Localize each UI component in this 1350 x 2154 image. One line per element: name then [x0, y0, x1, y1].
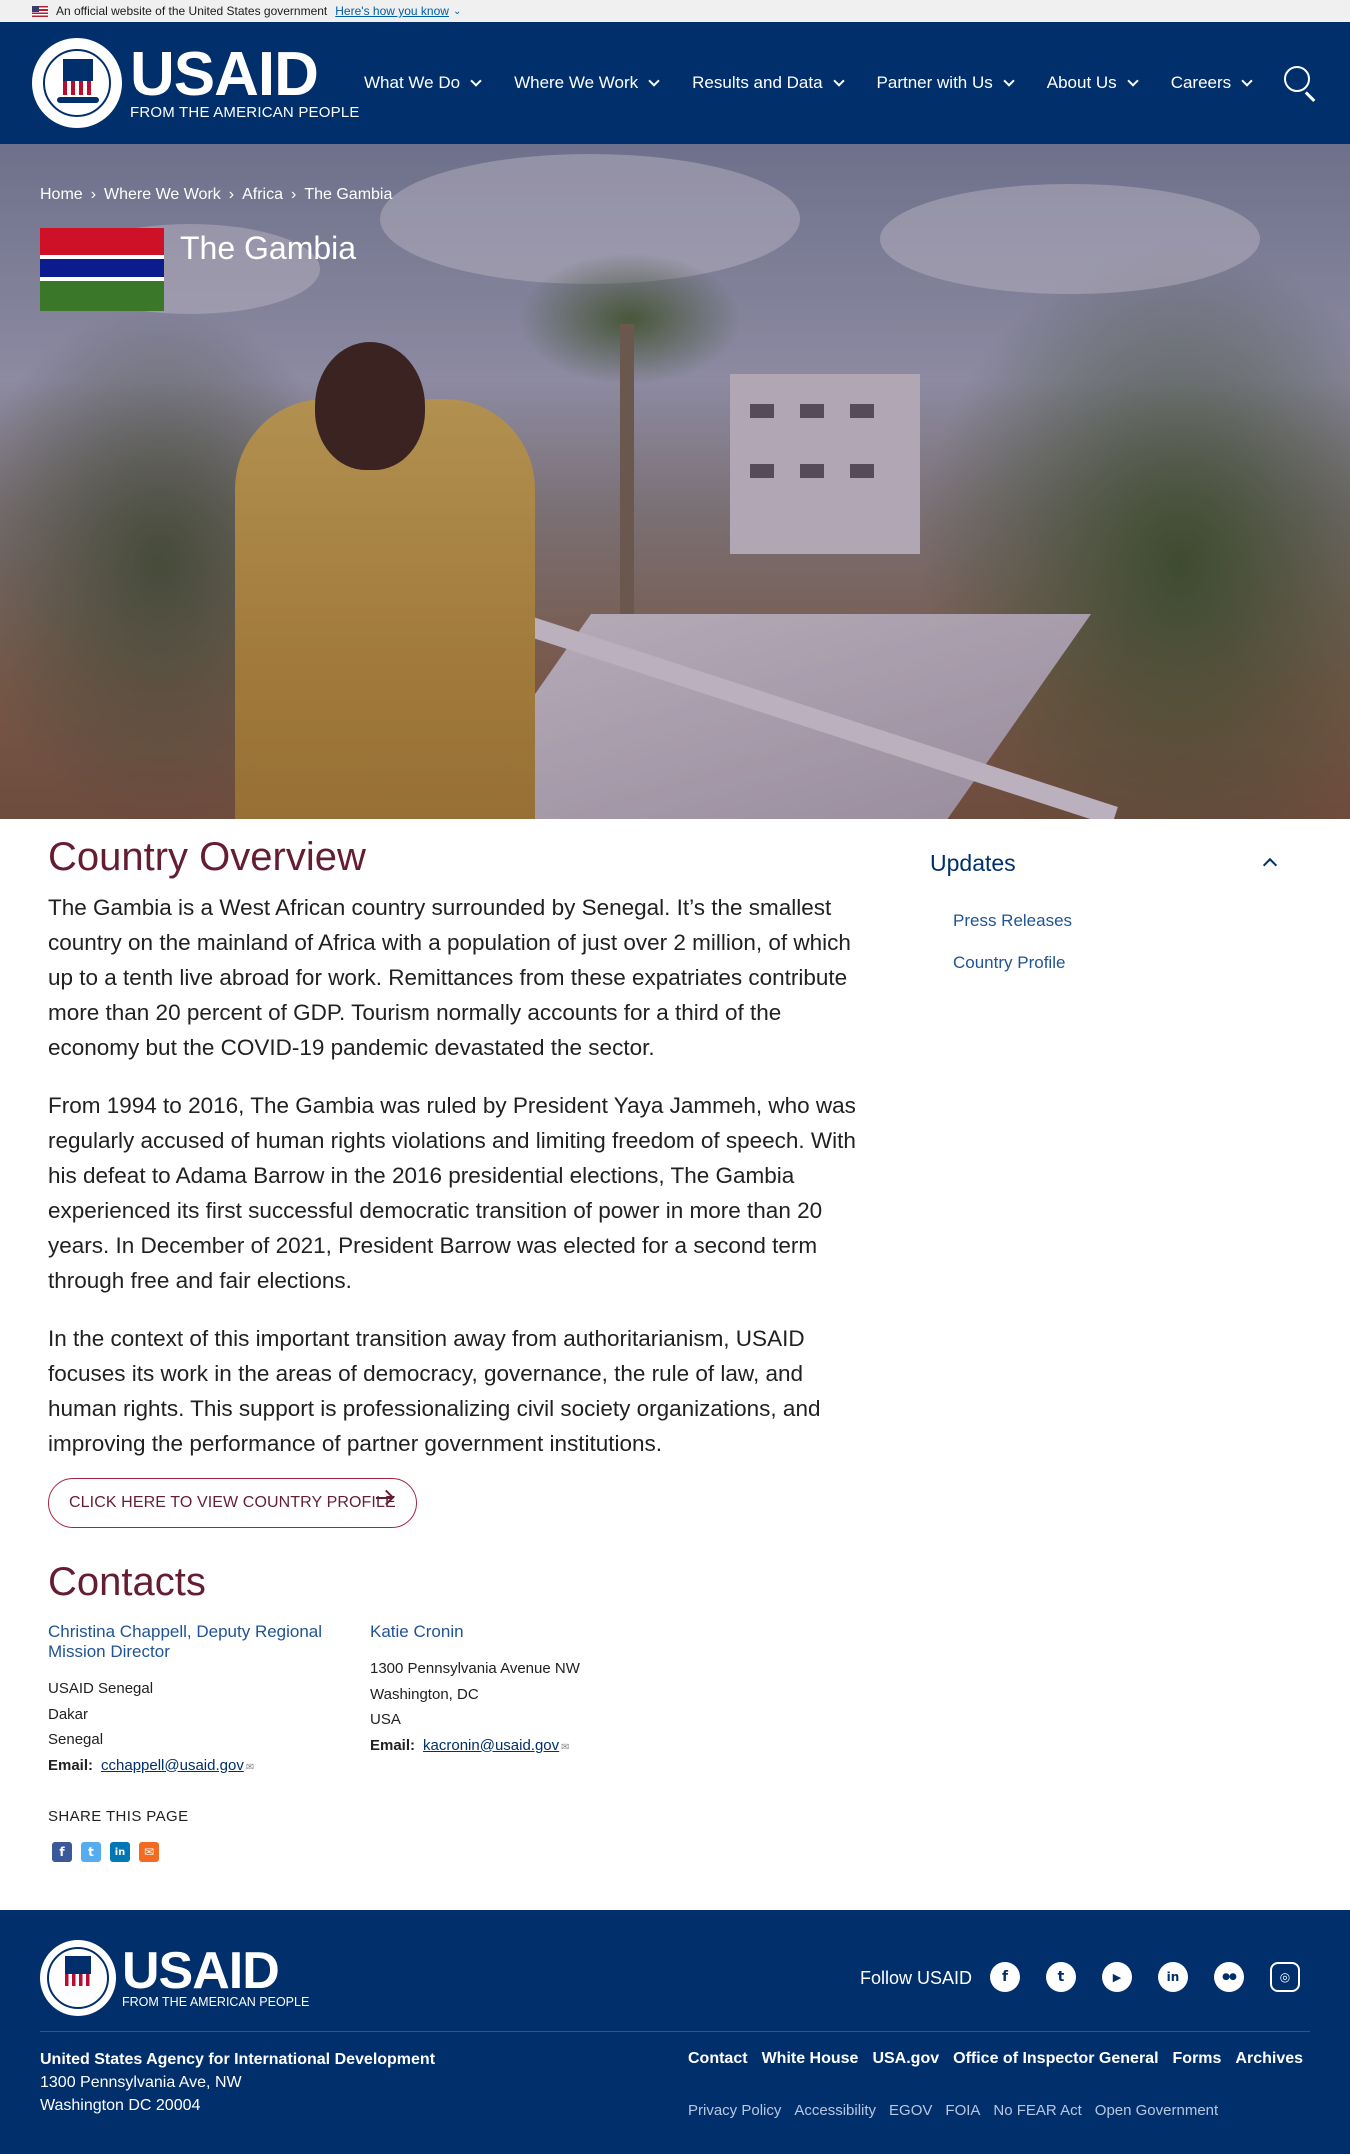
site-footer: USAID FROM THE AMERICAN PEOPLE Follow US…	[0, 1910, 1350, 2154]
hero-banner: Home › Where We Work › Africa › The Gambia …	[0, 144, 1350, 819]
footer-primary-links: Contact White House USA.gov Office of In…	[688, 2050, 1317, 2068]
overview-paragraph: In the context of this important transit…	[48, 1326, 821, 1456]
nav-careers[interactable]: Careers	[1171, 73, 1253, 93]
footer-link-archives[interactable]: Archives	[1235, 2050, 1303, 2068]
chevron-down-icon	[1127, 75, 1139, 87]
footer-link-open-government[interactable]: Open Government	[1095, 2102, 1218, 2119]
gambia-flag-icon	[40, 228, 164, 311]
usaid-seal-icon	[40, 1940, 116, 2016]
contact-line: Washington, DC	[370, 1685, 479, 1703]
footer-link-foia[interactable]: FOIA	[945, 2102, 980, 2119]
usaid-logo[interactable]: USAID FROM THE AMERICAN PEOPLE	[32, 38, 360, 128]
footer-divider	[40, 2031, 1310, 2032]
updates-heading[interactable]: Updates	[930, 850, 1016, 877]
footer-address: United States Agency for International D…	[40, 2048, 435, 2117]
org-name: United States Agency for International D…	[40, 2051, 436, 2068]
footer-link-no-fear[interactable]: No FEAR Act	[993, 2102, 1081, 2119]
email-icon[interactable]: ✉	[139, 1842, 159, 1862]
footer-secondary-links: Privacy Policy Accessibility EGOV FOIA N…	[688, 2102, 1231, 2119]
email-label: Email:	[48, 1756, 94, 1774]
footer-link-egov[interactable]: EGOV	[889, 2102, 932, 2119]
contacts-heading: Contacts	[48, 1560, 206, 1604]
us-flag-icon	[32, 5, 48, 17]
footer-logo-wordmark: USAID	[122, 1942, 280, 2000]
logo-tagline: FROM THE AMERICAN PEOPLE	[130, 103, 360, 121]
country-profile-link[interactable]: Country Profile	[953, 953, 1065, 973]
contact-name[interactable]: Christina Chappell, Deputy Regional Miss…	[48, 1622, 338, 1662]
contact-card: Katie Cronin 1300 Pennsylvania Avenue NW…	[370, 1622, 670, 1760]
main-nav: What We Do Where We Work Results and Dat…	[364, 22, 1285, 144]
youtube-icon[interactable]: ▶	[1102, 1962, 1132, 1992]
press-releases-link[interactable]: Press Releases	[953, 911, 1072, 931]
view-country-profile-button[interactable]: CLICK HERE TO VIEW COUNTRY PROFILE	[48, 1478, 417, 1528]
twitter-icon[interactable]: t	[81, 1842, 101, 1862]
logo-wordmark: USAID	[130, 39, 319, 109]
follow-label: Follow USAID	[860, 1968, 973, 1988]
breadcrumb-where-we-work[interactable]: Where We Work	[104, 186, 221, 204]
chevron-down-icon[interactable]: ⌄	[453, 6, 461, 17]
contact-line: 1300 Pennsylvania Avenue NW	[370, 1660, 580, 1677]
chevron-down-icon	[1241, 75, 1253, 87]
share-heading: SHARE THIS PAGE	[48, 1808, 189, 1825]
site-header: USAID FROM THE AMERICAN PEOPLE What We D…	[0, 22, 1350, 144]
footer-logo-tagline: FROM THE AMERICAN PEOPLE	[122, 1995, 310, 2009]
chevron-down-icon	[648, 75, 660, 87]
nav-partner-with-us[interactable]: Partner with Us	[877, 73, 1015, 93]
share-buttons: f t in ✉	[52, 1842, 168, 1862]
arrow-right-icon	[376, 1497, 392, 1499]
breadcrumb: Home › Where We Work › Africa › The Gambia	[40, 186, 393, 204]
contact-card: Christina Chappell, Deputy Regional Miss…	[48, 1622, 338, 1780]
country-overview-heading: Country Overview	[48, 835, 366, 879]
nav-what-we-do[interactable]: What We Do	[364, 73, 482, 93]
footer-link-contact[interactable]: Contact	[688, 2050, 748, 2068]
page-title: The Gambia	[180, 230, 357, 266]
linkedin-icon[interactable]: in	[110, 1842, 130, 1862]
contact-line: Senegal	[48, 1731, 104, 1748]
gov-banner-text: An official website of the United States…	[56, 4, 328, 18]
nav-where-we-work[interactable]: Where We Work	[514, 73, 660, 93]
email-label: Email:	[370, 1736, 416, 1754]
gov-banner: An official website of the United States…	[0, 0, 1350, 22]
mail-icon: ✉	[245, 1761, 255, 1773]
contact-email-link[interactable]: cchappell@usaid.gov	[101, 1757, 244, 1774]
footer-link-forms[interactable]: Forms	[1173, 2050, 1222, 2068]
instagram-icon[interactable]: ◎	[1270, 1962, 1300, 1992]
contact-line: Dakar	[48, 1705, 89, 1723]
footer-link-white-house[interactable]: White House	[762, 2050, 859, 2068]
overview-paragraph: From 1994 to 2016, The Gambia was ruled …	[48, 1093, 856, 1293]
contact-line: USA	[370, 1711, 401, 1728]
country-overview-text: The Gambia is a West African country sur…	[48, 890, 858, 1484]
mail-icon: ✉	[561, 1741, 570, 1753]
contact-name[interactable]: Katie Cronin	[370, 1622, 670, 1642]
facebook-icon[interactable]: f	[52, 1842, 72, 1862]
footer-link-oig[interactable]: Office of Inspector General	[953, 2050, 1158, 2068]
how-you-know-link[interactable]: Here's how you know	[335, 4, 449, 18]
footer-link-usa-gov[interactable]: USA.gov	[872, 2050, 939, 2068]
chevron-down-icon	[832, 75, 845, 87]
breadcrumb-home[interactable]: Home	[40, 186, 83, 204]
chevron-up-icon[interactable]	[1262, 857, 1278, 873]
nav-about-us[interactable]: About Us	[1047, 73, 1139, 93]
address-line: Washington DC 20004	[40, 2097, 201, 2114]
contact-line: USAID Senegal	[48, 1680, 154, 1697]
contact-email-link[interactable]: kacronin@usaid.gov	[423, 1737, 559, 1754]
footer-usaid-logo[interactable]: USAID FROM THE AMERICAN PEOPLE	[40, 1940, 309, 2016]
overview-paragraph: The Gambia is a West African country sur…	[48, 895, 851, 1060]
linkedin-icon[interactable]: in	[1158, 1962, 1188, 1992]
twitter-icon[interactable]: t	[1046, 1962, 1076, 1992]
search-icon[interactable]	[1284, 66, 1318, 102]
flickr-icon[interactable]: ●●	[1214, 1962, 1244, 1992]
footer-link-privacy[interactable]: Privacy Policy	[688, 2102, 781, 2119]
chevron-down-icon	[470, 75, 482, 87]
breadcrumb-current: The Gambia	[304, 186, 393, 203]
facebook-icon[interactable]: f	[990, 1962, 1020, 1992]
chevron-down-icon	[1003, 75, 1015, 87]
footer-link-accessibility[interactable]: Accessibility	[794, 2102, 876, 2119]
usaid-seal-icon	[32, 38, 122, 128]
breadcrumb-africa[interactable]: Africa	[242, 186, 283, 204]
nav-results-and-data[interactable]: Results and Data	[692, 73, 845, 93]
address-line: 1300 Pennsylvania Ave, NW	[40, 2074, 242, 2091]
